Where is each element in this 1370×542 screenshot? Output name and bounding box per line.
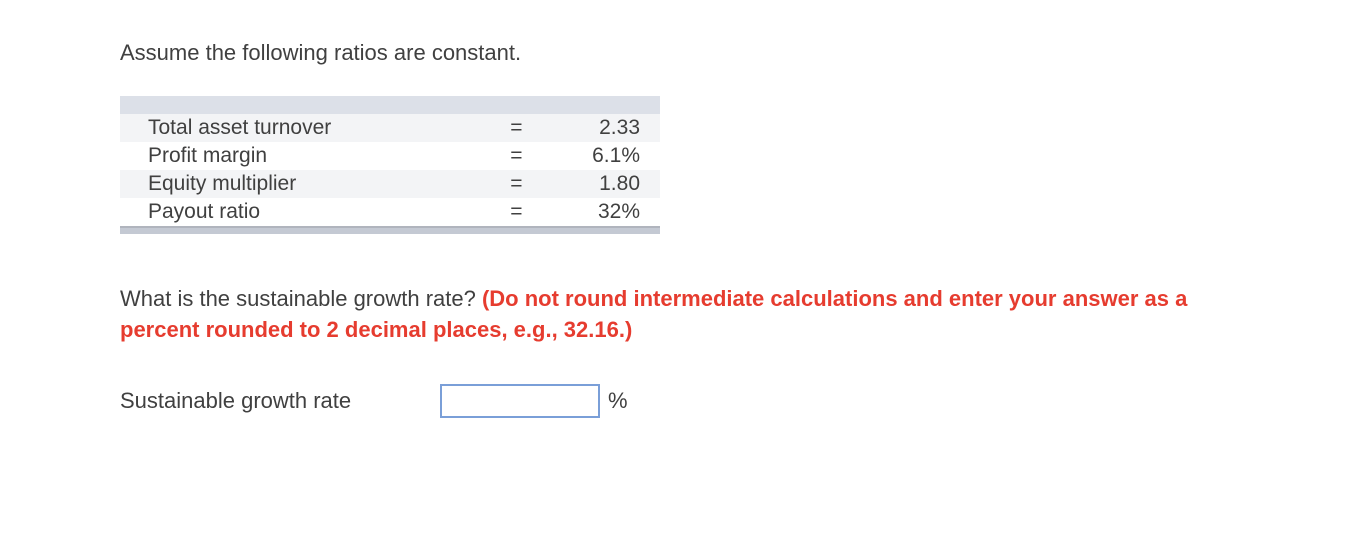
answer-input[interactable] — [440, 384, 600, 418]
ratio-value: 32% — [545, 198, 660, 226]
unit-label: % — [608, 388, 628, 414]
ratio-table-container: Total asset turnover = 2.33 Profit margi… — [120, 96, 660, 234]
ratio-label: Payout ratio — [120, 198, 488, 226]
answer-label: Sustainable growth rate — [120, 388, 440, 414]
question-text: What is the sustainable growth rate? (Do… — [120, 284, 1250, 346]
ratio-label: Equity multiplier — [120, 170, 488, 198]
table-footer-bar — [120, 226, 660, 234]
answer-row: Sustainable growth rate % — [120, 384, 1250, 418]
ratio-table: Total asset turnover = 2.33 Profit margi… — [120, 114, 660, 226]
intro-text: Assume the following ratios are constant… — [120, 40, 1250, 66]
question-plain: What is the sustainable growth rate? — [120, 286, 482, 311]
ratio-value: 2.33 — [545, 114, 660, 142]
equals-sign: = — [488, 170, 545, 198]
equals-sign: = — [488, 198, 545, 226]
table-row: Total asset turnover = 2.33 — [120, 114, 660, 142]
ratio-value: 1.80 — [545, 170, 660, 198]
ratio-label: Total asset turnover — [120, 114, 488, 142]
table-row: Profit margin = 6.1% — [120, 142, 660, 170]
equals-sign: = — [488, 142, 545, 170]
equals-sign: = — [488, 114, 545, 142]
table-row: Equity multiplier = 1.80 — [120, 170, 660, 198]
table-row: Payout ratio = 32% — [120, 198, 660, 226]
table-header-bar — [120, 96, 660, 114]
ratio-label: Profit margin — [120, 142, 488, 170]
ratio-value: 6.1% — [545, 142, 660, 170]
